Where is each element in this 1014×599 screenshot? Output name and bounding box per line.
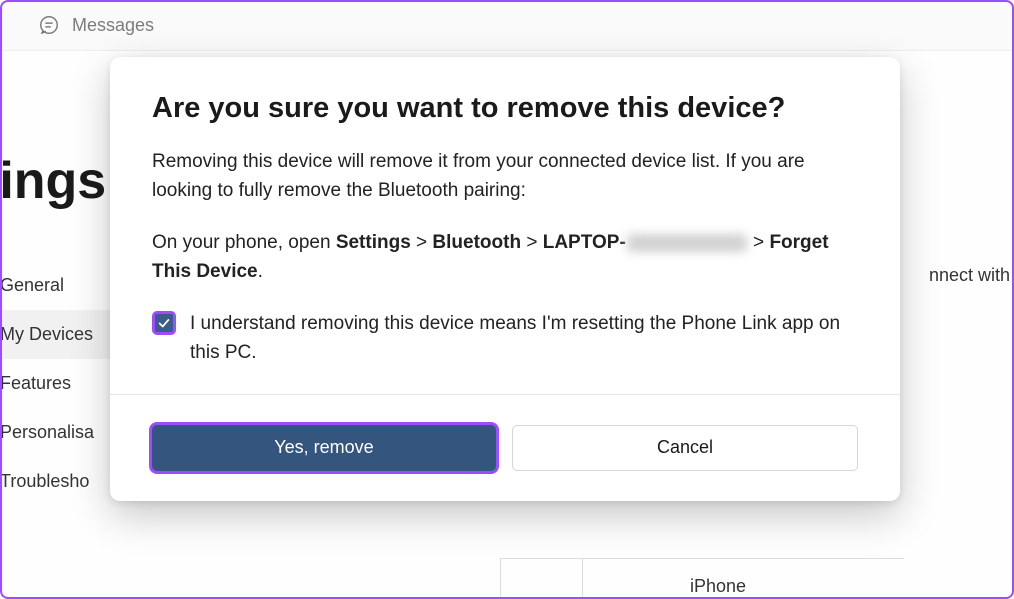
confirm-checkbox-row: I understand removing this device means … — [152, 309, 858, 368]
topbar-title[interactable]: Messages — [72, 15, 154, 36]
yes-remove-button[interactable]: Yes, remove — [152, 425, 496, 471]
sidebar-item-troubleshoot[interactable]: Troublesho — [0, 457, 122, 506]
dialog-footer: Yes, remove Cancel — [110, 394, 900, 501]
messages-icon — [38, 14, 60, 36]
confirm-checkbox[interactable] — [152, 311, 176, 335]
sidebar-item-general[interactable]: General — [0, 261, 122, 310]
dialog-description: Removing this device will remove it from… — [152, 147, 858, 206]
device-name-label: iPhone — [690, 576, 746, 597]
sidebar: General My Devices Features Personalisa … — [0, 261, 122, 506]
dialog-title: Are you sure you want to remove this dev… — [152, 92, 858, 125]
redacted-device-name — [627, 234, 747, 252]
sidebar-item-personalisation[interactable]: Personalisa — [0, 408, 122, 457]
dialog-instruction: On your phone, open Settings > Bluetooth… — [152, 228, 858, 287]
app-topbar: Messages — [0, 0, 1014, 50]
confirm-checkbox-label: I understand removing this device means … — [190, 309, 858, 368]
background-right-text: nnect with t — [929, 265, 1014, 286]
remove-device-dialog: Are you sure you want to remove this dev… — [110, 57, 900, 501]
sidebar-item-features[interactable]: Features — [0, 359, 122, 408]
sidebar-item-my-devices[interactable]: My Devices — [0, 310, 122, 359]
check-icon — [157, 316, 171, 330]
page-title: tings — [0, 151, 106, 211]
cancel-button[interactable]: Cancel — [512, 425, 858, 471]
